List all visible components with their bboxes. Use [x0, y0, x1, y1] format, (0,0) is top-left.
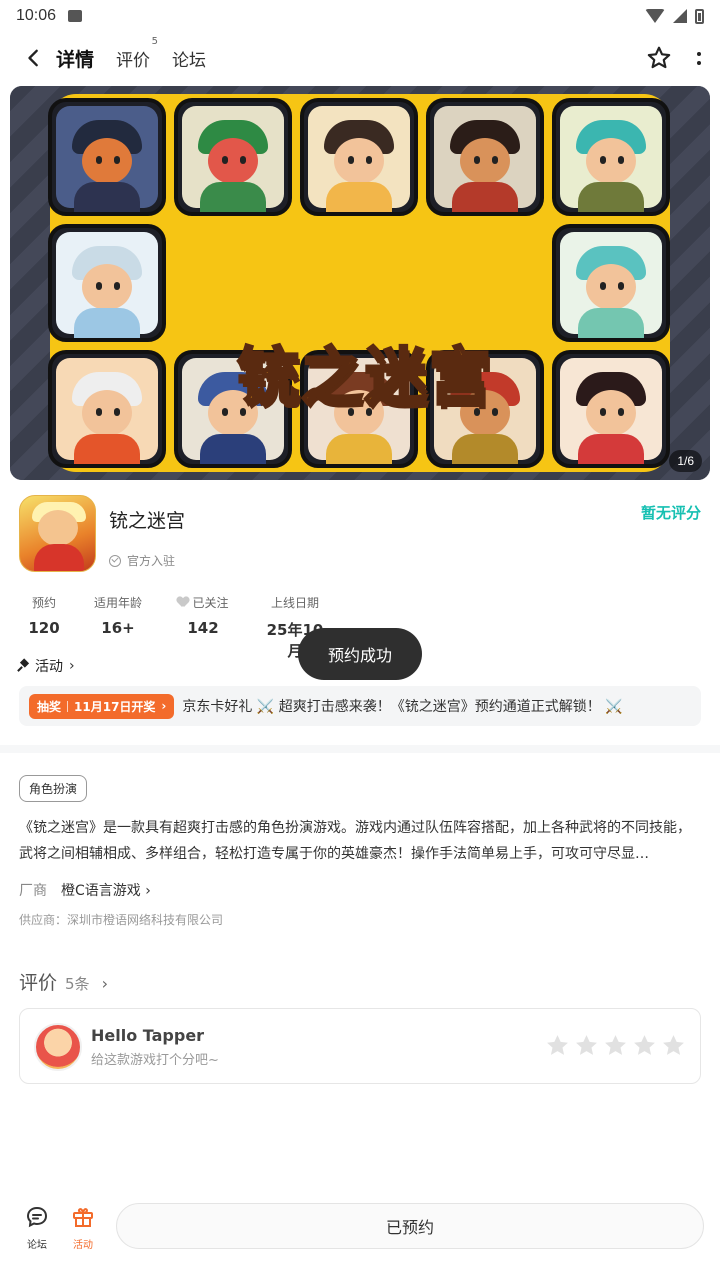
rate-hint: 给这款游戏打个分吧~	[91, 1053, 219, 1068]
pin-icon	[19, 660, 29, 672]
tab-forum-label: 论坛	[172, 50, 207, 71]
activity-card[interactable]: 抽奖 11月17日开奖 › 京东卡好礼 ⚔️ 超爽打击感来袭！《铳之迷宫》预约通…	[19, 686, 701, 726]
reviews-title: 评价	[19, 972, 58, 994]
stat-reservations-label: 预约	[31, 596, 56, 610]
star-icon[interactable]	[632, 1033, 657, 1058]
stat-followed-value: 142	[187, 619, 219, 637]
signal-icon	[673, 9, 687, 23]
stat-reservations-value: 120	[28, 619, 60, 637]
tab-details-label: 详情	[56, 48, 95, 71]
stat-age-label: 适用年龄	[93, 596, 142, 610]
wifi-icon	[645, 9, 665, 23]
supplier-info: 供应商：深圳市橙语网络科技有限公司	[19, 913, 224, 927]
lottery-badge: 抽奖 11月17日开奖 ›	[29, 693, 175, 719]
heart-icon	[177, 597, 189, 608]
battery-icon	[695, 8, 704, 24]
top-nav: 详情 评价 5 论坛	[0, 36, 720, 80]
lottery-badge-type: 抽奖	[37, 699, 62, 714]
activity-header-label: 活动	[35, 659, 63, 675]
star-icon[interactable]	[545, 1033, 570, 1058]
tab-details[interactable]: 详情	[54, 45, 97, 72]
chevron-right-icon: ›	[69, 658, 75, 674]
stat-followed[interactable]: 已关注 142	[170, 594, 236, 637]
vendor-name: 橙C语言游戏	[61, 883, 141, 899]
game-title: 铳之迷宫	[109, 510, 186, 532]
forum-label: 论坛	[27, 1240, 47, 1251]
verified-icon	[109, 554, 121, 567]
hero-tile	[552, 350, 670, 468]
game-description[interactable]: 《铳之迷宫》是一款具有超爽打击感的角色扮演游戏。游戏内通过队伍阵容搭配，加上各种…	[19, 815, 701, 867]
back-button[interactable]	[16, 40, 52, 76]
detail-tabs: 详情 评价 5 论坛	[54, 36, 206, 72]
gift-icon	[73, 1208, 93, 1227]
forum-button[interactable]: 论坛	[17, 1205, 57, 1251]
official-badge: 官方入驻	[109, 552, 175, 569]
rating-status: 暂无评分	[640, 504, 701, 522]
star-icon[interactable]	[574, 1033, 599, 1058]
stat-followed-label: 已关注	[192, 596, 229, 610]
hero-tile	[48, 350, 166, 468]
chat-bubble-icon	[26, 1206, 48, 1228]
chevron-right-icon: ›	[161, 699, 167, 713]
vendor-label: 厂商	[19, 883, 47, 899]
reserved-button[interactable]: 已预约	[116, 1203, 704, 1249]
official-label: 官方入驻	[127, 554, 176, 568]
status-bar: 10:06	[0, 0, 720, 32]
chevron-right-icon: ›	[145, 883, 151, 899]
toast-message: 预约成功	[298, 628, 422, 680]
rating-stars[interactable]	[545, 1033, 686, 1058]
game-logo-text: 铳之迷宫	[235, 339, 493, 415]
section-divider	[0, 745, 720, 753]
hero-tile	[48, 98, 166, 216]
lottery-badge-date: 11月17日开奖	[74, 699, 156, 714]
tab-forum[interactable]: 论坛	[172, 46, 206, 71]
star-icon[interactable]	[661, 1033, 686, 1058]
tab-reviews-label: 评价	[116, 50, 151, 71]
tab-reviews[interactable]: 评价 5	[116, 36, 158, 71]
avatar	[34, 1023, 82, 1071]
user-name: Hello Tapper	[91, 1026, 205, 1045]
hero-tile	[552, 98, 670, 216]
bottom-action-bar: 论坛 活动 已预约	[0, 1195, 720, 1265]
vendor-row[interactable]: 厂商 橙C语言游戏 ›	[19, 880, 151, 900]
stat-release-label: 上线日期	[270, 596, 319, 610]
stat-age-value: 16+	[101, 619, 135, 637]
more-options-icon[interactable]	[694, 51, 704, 65]
game-icon	[19, 495, 96, 572]
stat-age: 适用年龄 16+	[88, 594, 148, 637]
stat-reservations: 预约 120	[24, 594, 64, 637]
activity-text: 京东卡好礼 ⚔️ 超爽打击感来袭！《铳之迷宫》预约通道正式解锁！ ⚔️	[182, 699, 623, 715]
activity-header[interactable]: 活动 ›	[19, 656, 75, 676]
hero-tile	[426, 98, 544, 216]
hero-tile	[552, 224, 670, 342]
hero-tile	[174, 98, 292, 216]
genre-tag[interactable]: 角色扮演	[19, 775, 88, 802]
status-time: 10:06	[16, 7, 57, 24]
reviews-header[interactable]: 评价 5条 ›	[19, 968, 108, 995]
screenshot-carousel[interactable]: 铳之迷宫 1/6	[10, 86, 710, 480]
reviews-count: 5条	[65, 975, 90, 993]
activity-button[interactable]: 活动	[63, 1205, 103, 1251]
tab-reviews-count: 5	[151, 35, 159, 47]
image-notification-icon	[68, 10, 83, 22]
chevron-right-icon: ›	[101, 974, 108, 993]
hero-tile	[48, 224, 166, 342]
rate-game-card[interactable]: Hello Tapper 给这款游戏打个分吧~	[19, 1008, 701, 1084]
star-icon[interactable]	[603, 1033, 628, 1058]
activity-label: 活动	[73, 1240, 93, 1251]
hero-tile	[300, 98, 418, 216]
favorite-star-icon[interactable]	[646, 45, 672, 71]
back-arrow-icon	[28, 49, 38, 67]
carousel-pager: 1/6	[669, 450, 702, 472]
game-logo-art: 铳之迷宫	[225, 316, 505, 426]
